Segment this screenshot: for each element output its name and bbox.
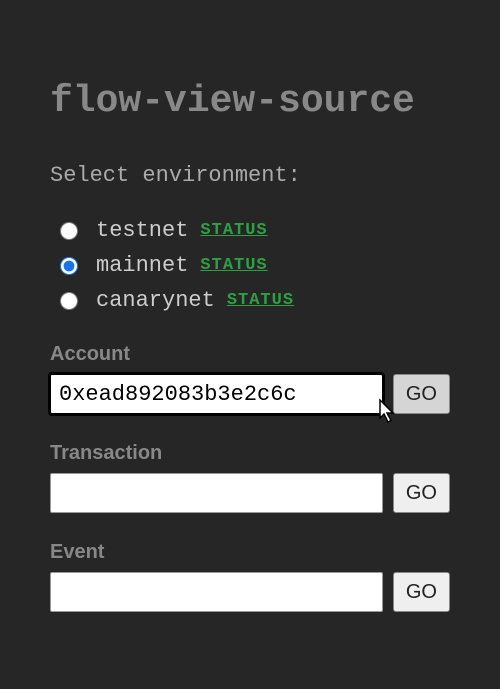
environment-radio-group: testnet STATUS mainnet STATUS canarynet …: [50, 218, 450, 313]
radio-label-testnet: testnet: [96, 218, 188, 243]
radio-row-testnet: testnet STATUS: [60, 218, 450, 243]
event-label: Event: [50, 541, 450, 564]
event-go-button[interactable]: GO: [393, 572, 450, 612]
transaction-input[interactable]: [50, 473, 383, 513]
account-go-button[interactable]: GO: [393, 374, 450, 414]
transaction-input-row: GO: [50, 473, 450, 513]
radio-label-canarynet: canarynet: [96, 288, 215, 313]
event-form: Event GO: [50, 541, 450, 612]
account-form: Account GO: [50, 343, 450, 414]
account-label: Account: [50, 343, 450, 366]
status-link-canarynet[interactable]: STATUS: [227, 291, 294, 310]
transaction-go-button[interactable]: GO: [393, 473, 450, 513]
radio-canarynet[interactable]: [60, 292, 78, 310]
transaction-label: Transaction: [50, 442, 450, 465]
radio-mainnet[interactable]: [60, 257, 78, 275]
status-link-testnet[interactable]: STATUS: [200, 221, 267, 240]
account-input-row: GO: [50, 374, 450, 414]
transaction-form: Transaction GO: [50, 442, 450, 513]
account-input[interactable]: [50, 374, 383, 414]
radio-label-mainnet: mainnet: [96, 253, 188, 278]
radio-row-mainnet: mainnet STATUS: [60, 253, 450, 278]
event-input-row: GO: [50, 572, 450, 612]
page-title: flow-view-source: [50, 80, 450, 123]
radio-testnet[interactable]: [60, 222, 78, 240]
status-link-mainnet[interactable]: STATUS: [200, 256, 267, 275]
environment-prompt: Select environment:: [50, 163, 450, 188]
event-input[interactable]: [50, 572, 383, 612]
radio-row-canarynet: canarynet STATUS: [60, 288, 450, 313]
